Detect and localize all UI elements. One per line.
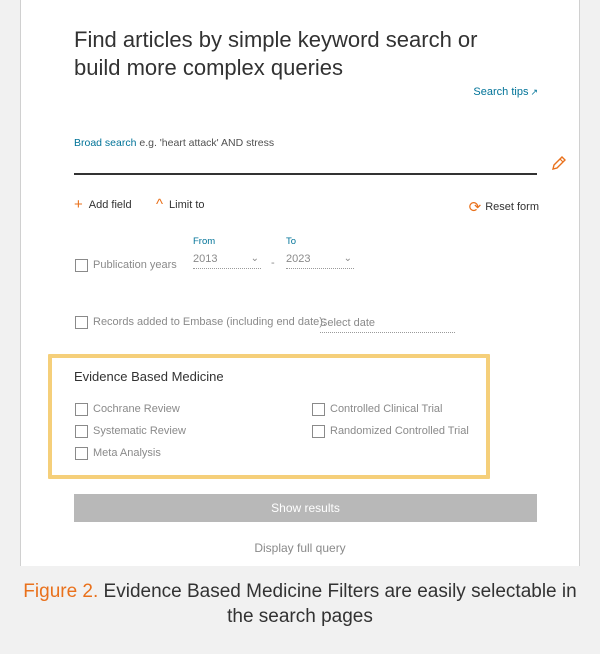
query-toolbar: + Add field ^ Limit to ⟳ Reset form <box>74 196 539 216</box>
search-input[interactable] <box>74 173 537 175</box>
chevron-down-icon: ⌄ <box>250 253 259 264</box>
limit-to-label: Limit to <box>169 199 205 211</box>
show-results-button[interactable]: Show results <box>74 494 537 522</box>
caption-text: Evidence Based Medicine Filters are easi… <box>98 581 577 627</box>
reset-icon: ⟳ <box>468 199 482 216</box>
ebm-option-label: Systematic Review <box>93 425 186 437</box>
from-label: From <box>193 236 216 247</box>
range-dash: - <box>271 257 275 269</box>
chevron-down-icon: ⌄ <box>343 253 352 264</box>
reset-form-button[interactable]: ⟳ Reset form <box>469 198 539 216</box>
broad-search-link[interactable]: Broad search <box>74 137 136 149</box>
to-label: To <box>286 236 297 247</box>
select-date-placeholder: Select date <box>320 317 376 329</box>
ebm-title: Evidence Based Medicine <box>74 369 224 384</box>
broad-search-example: e.g. 'heart attack' AND stress <box>136 137 275 149</box>
search-tips-label: Search tips <box>473 86 529 98</box>
figure-number: Figure 2. <box>23 581 99 602</box>
records-added-label: Records added to Embase (including end d… <box>93 316 326 328</box>
ebm-checkbox-systematic-review[interactable] <box>75 425 88 438</box>
chevron-up-icon: ^ <box>156 196 164 213</box>
ebm-checkbox-controlled-clinical-trial[interactable] <box>312 403 325 416</box>
plus-icon: + <box>74 196 83 213</box>
page-heading: Find articles by simple keyword search o… <box>74 27 478 80</box>
ebm-checkbox-cochrane-review[interactable] <box>75 403 88 416</box>
publication-years-label: Publication years <box>93 259 177 271</box>
limit-to-button[interactable]: ^ Limit to <box>156 196 205 213</box>
reset-form-label: Reset form <box>485 201 539 213</box>
add-field-button[interactable]: + Add field <box>74 196 132 213</box>
ebm-option-label: Meta Analysis <box>93 447 161 459</box>
figure-caption: Figure 2. Evidence Based Medicine Filter… <box>20 566 580 654</box>
ebm-option-label: Randomized Controlled Trial <box>330 425 469 437</box>
from-year-select[interactable]: 2013 ⌄ <box>193 253 261 269</box>
external-link-icon: ↗ <box>530 87 538 97</box>
ebm-checkbox-randomized-controlled-trial[interactable] <box>312 425 325 438</box>
add-field-label: Add field <box>88 199 132 211</box>
pencil-icon[interactable] <box>549 153 569 173</box>
select-date-field[interactable]: Select date <box>320 317 455 333</box>
ebm-option-label: Cochrane Review <box>93 403 180 415</box>
to-year-value: 2023 <box>286 253 311 265</box>
to-year-select[interactable]: 2023 ⌄ <box>286 253 354 269</box>
display-full-query-link[interactable]: Display full query <box>0 541 600 555</box>
publication-years-checkbox[interactable] <box>75 259 88 272</box>
search-tips-link[interactable]: Search tips ↗ <box>473 86 538 98</box>
ebm-option-label: Controlled Clinical Trial <box>330 403 443 415</box>
ebm-checkbox-meta-analysis[interactable] <box>75 447 88 460</box>
records-added-checkbox[interactable] <box>75 316 88 329</box>
broad-search-label: Broad search e.g. 'heart attack' AND str… <box>74 137 274 149</box>
from-year-value: 2013 <box>193 253 218 265</box>
